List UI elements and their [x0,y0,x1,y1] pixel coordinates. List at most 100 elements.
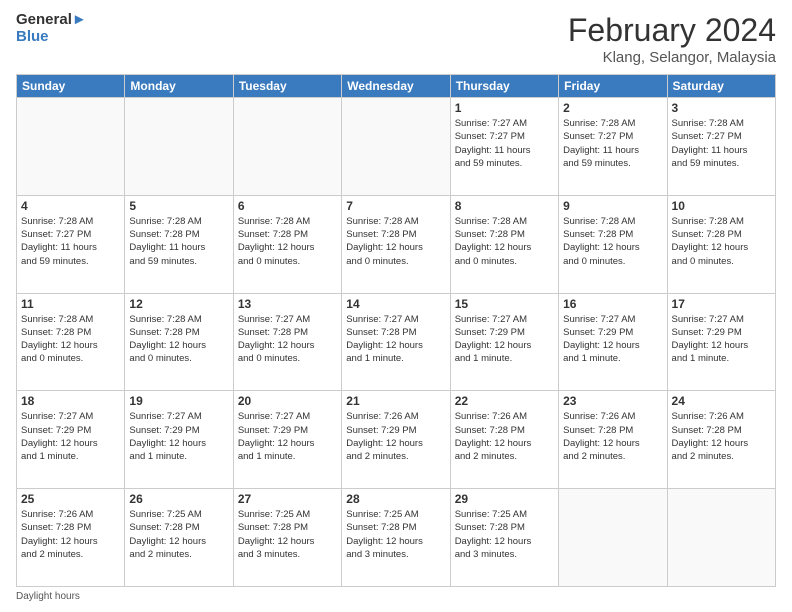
calendar-cell [559,489,667,587]
day-info: Sunrise: 7:27 AM Sunset: 7:29 PM Dayligh… [21,410,120,463]
day-number: 13 [238,297,337,311]
week-row-1: 4Sunrise: 7:28 AM Sunset: 7:27 PM Daylig… [17,195,776,293]
calendar-cell [342,98,450,196]
day-number: 17 [672,297,771,311]
calendar-cell: 25Sunrise: 7:26 AM Sunset: 7:28 PM Dayli… [17,489,125,587]
calendar-cell: 8 Sunrise: 7:28 AM Sunset: 7:28 PM Daylig… [450,195,558,293]
calendar-cell: 22Sunrise: 7:26 AM Sunset: 7:28 PM Dayli… [450,391,558,489]
day-number: 28 [346,492,445,506]
day-info: Sunrise: 7:28 AM Sunset: 7:28 PM Dayligh… [672,215,771,268]
day-number: 10 [672,199,771,213]
day-number: 27 [238,492,337,506]
day-info: Sunrise: 7:26 AM Sunset: 7:28 PM Dayligh… [672,410,771,463]
day-info: Sunrise: 7:27 AM Sunset: 7:28 PM Dayligh… [238,313,337,366]
day-number: 3 [672,101,771,115]
logo-container: General► Blue [16,12,87,45]
calendar-cell: 4Sunrise: 7:28 AM Sunset: 7:27 PM Daylig… [17,195,125,293]
day-info: Sunrise: 7:27 AM Sunset: 7:28 PM Dayligh… [346,313,445,366]
day-info: Sunrise: 7:26 AM Sunset: 7:28 PM Dayligh… [455,410,554,463]
calendar-cell: 1Sunrise: 7:27 AM Sunset: 7:27 PM Daylig… [450,98,558,196]
day-number: 20 [238,394,337,408]
calendar-cell: 7 Sunrise: 7:28 AM Sunset: 7:28 PM Daylig… [342,195,450,293]
day-number: 26 [129,492,228,506]
day-info: Sunrise: 7:28 AM Sunset: 7:27 PM Dayligh… [672,117,771,170]
day-info: Sunrise: 7:28 AM Sunset: 7:28 PM Dayligh… [238,215,337,268]
day-number: 8 [455,199,554,213]
weekday-header-sunday: Sunday [17,75,125,98]
calendar-cell: 3 Sunrise: 7:28 AM Sunset: 7:27 PM Daylig… [667,98,775,196]
day-info: Sunrise: 7:28 AM Sunset: 7:28 PM Dayligh… [21,313,120,366]
weekday-header-friday: Friday [559,75,667,98]
calendar-cell: 27 Sunrise: 7:25 AM Sunset: 7:28 PM Dayli… [233,489,341,587]
calendar-cell: 9 Sunrise: 7:28 AM Sunset: 7:28 PM Daylig… [559,195,667,293]
day-info: Sunrise: 7:28 AM Sunset: 7:28 PM Dayligh… [346,215,445,268]
day-info: Sunrise: 7:27 AM Sunset: 7:27 PM Dayligh… [455,117,554,170]
day-number: 19 [129,394,228,408]
week-row-4: 25Sunrise: 7:26 AM Sunset: 7:28 PM Dayli… [17,489,776,587]
calendar-cell: 17 Sunrise: 7:27 AM Sunset: 7:29 PM Dayli… [667,293,775,391]
day-info: Sunrise: 7:28 AM Sunset: 7:28 PM Dayligh… [455,215,554,268]
day-info: Sunrise: 7:25 AM Sunset: 7:28 PM Dayligh… [346,508,445,561]
calendar-cell: 26 Sunrise: 7:25 AM Sunset: 7:28 PM Dayli… [125,489,233,587]
day-info: Sunrise: 7:27 AM Sunset: 7:29 PM Dayligh… [455,313,554,366]
day-number: 23 [563,394,662,408]
day-number: 9 [563,199,662,213]
day-info: Sunrise: 7:25 AM Sunset: 7:28 PM Dayligh… [238,508,337,561]
weekday-header-thursday: Thursday [450,75,558,98]
calendar-cell: 11 Sunrise: 7:28 AM Sunset: 7:28 PM Dayli… [17,293,125,391]
calendar-cell: 16 Sunrise: 7:27 AM Sunset: 7:29 PM Dayli… [559,293,667,391]
calendar-cell: 12Sunrise: 7:28 AM Sunset: 7:28 PM Dayli… [125,293,233,391]
calendar-cell: 24 Sunrise: 7:26 AM Sunset: 7:28 PM Dayli… [667,391,775,489]
day-number: 18 [21,394,120,408]
week-row-3: 18 Sunrise: 7:27 AM Sunset: 7:29 PM Dayli… [17,391,776,489]
weekday-header-row: SundayMondayTuesdayWednesdayThursdayFrid… [17,75,776,98]
day-info: Sunrise: 7:27 AM Sunset: 7:29 PM Dayligh… [672,313,771,366]
day-info: Sunrise: 7:27 AM Sunset: 7:29 PM Dayligh… [129,410,228,463]
calendar-cell: 6 Sunrise: 7:28 AM Sunset: 7:28 PM Daylig… [233,195,341,293]
calendar-cell [233,98,341,196]
day-info: Sunrise: 7:28 AM Sunset: 7:27 PM Dayligh… [21,215,120,268]
page-header: General► Blue February 2024 Klang, Selan… [16,12,776,66]
calendar-cell: 18 Sunrise: 7:27 AM Sunset: 7:29 PM Dayli… [17,391,125,489]
weekday-header-saturday: Saturday [667,75,775,98]
week-row-0: 1Sunrise: 7:27 AM Sunset: 7:27 PM Daylig… [17,98,776,196]
day-number: 25 [21,492,120,506]
day-info: Sunrise: 7:27 AM Sunset: 7:29 PM Dayligh… [238,410,337,463]
calendar-cell: 5Sunrise: 7:28 AM Sunset: 7:28 PM Daylig… [125,195,233,293]
title-area: February 2024 Klang, Selangor, Malaysia [568,12,776,66]
calendar-cell: 28 Sunrise: 7:25 AM Sunset: 7:28 PM Dayli… [342,489,450,587]
calendar-title: February 2024 [568,12,776,49]
weekday-header-monday: Monday [125,75,233,98]
logo: General► Blue [16,12,87,45]
calendar-cell: 23 Sunrise: 7:26 AM Sunset: 7:28 PM Dayli… [559,391,667,489]
day-number: 5 [129,199,228,213]
calendar-cell [125,98,233,196]
weekday-header-tuesday: Tuesday [233,75,341,98]
calendar-cell: 14 Sunrise: 7:27 AM Sunset: 7:28 PM Dayli… [342,293,450,391]
day-info: Sunrise: 7:28 AM Sunset: 7:28 PM Dayligh… [563,215,662,268]
footer-note: Daylight hours [16,591,776,602]
day-number: 7 [346,199,445,213]
calendar-cell: 13 Sunrise: 7:27 AM Sunset: 7:28 PM Dayli… [233,293,341,391]
calendar-cell: 2Sunrise: 7:28 AM Sunset: 7:27 PM Daylig… [559,98,667,196]
day-info: Sunrise: 7:27 AM Sunset: 7:29 PM Dayligh… [563,313,662,366]
calendar-cell: 20 Sunrise: 7:27 AM Sunset: 7:29 PM Dayli… [233,391,341,489]
day-number: 14 [346,297,445,311]
day-info: Sunrise: 7:26 AM Sunset: 7:29 PM Dayligh… [346,410,445,463]
day-number: 6 [238,199,337,213]
day-number: 16 [563,297,662,311]
logo-blue: Blue [16,29,87,46]
day-number: 2 [563,101,662,115]
day-number: 11 [21,297,120,311]
week-row-2: 11 Sunrise: 7:28 AM Sunset: 7:28 PM Dayli… [17,293,776,391]
calendar-table: SundayMondayTuesdayWednesdayThursdayFrid… [16,74,776,587]
day-info: Sunrise: 7:26 AM Sunset: 7:28 PM Dayligh… [563,410,662,463]
day-number: 29 [455,492,554,506]
day-info: Sunrise: 7:25 AM Sunset: 7:28 PM Dayligh… [129,508,228,561]
logo-general: General► [16,12,87,29]
calendar-cell: 15Sunrise: 7:27 AM Sunset: 7:29 PM Dayli… [450,293,558,391]
day-number: 24 [672,394,771,408]
calendar-cell: 21Sunrise: 7:26 AM Sunset: 7:29 PM Dayli… [342,391,450,489]
day-number: 12 [129,297,228,311]
calendar-cell: 10 Sunrise: 7:28 AM Sunset: 7:28 PM Dayli… [667,195,775,293]
